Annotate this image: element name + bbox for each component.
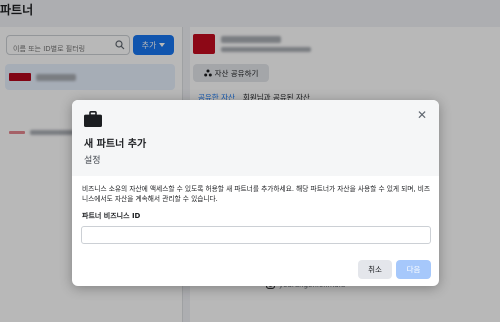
- dialog-description: 비즈니스 소유의 자산에 액세스할 수 있도록 허용할 새 파트너를 추가하세요…: [82, 185, 431, 203]
- cancel-button[interactable]: 취소: [358, 260, 392, 279]
- add-partner-dialog: 새 파트너 추가 설정 ✕ 비즈니스 소유의 자산에 액세스할 수 있도록 허용…: [72, 100, 439, 286]
- partner-business-id-field[interactable]: [81, 226, 431, 248]
- partner-business-id-label: 파트너 비즈니스 ID: [82, 212, 141, 220]
- dialog-title: 새 파트너 추가: [84, 139, 147, 150]
- briefcase-icon: [84, 111, 102, 127]
- dialog-subtitle: 설정: [84, 156, 101, 166]
- next-button[interactable]: 다음: [396, 260, 431, 279]
- dialog-header: 새 파트너 추가 설정 ✕: [72, 100, 439, 176]
- close-icon[interactable]: ✕: [415, 108, 429, 122]
- partner-business-id-input[interactable]: [82, 232, 430, 248]
